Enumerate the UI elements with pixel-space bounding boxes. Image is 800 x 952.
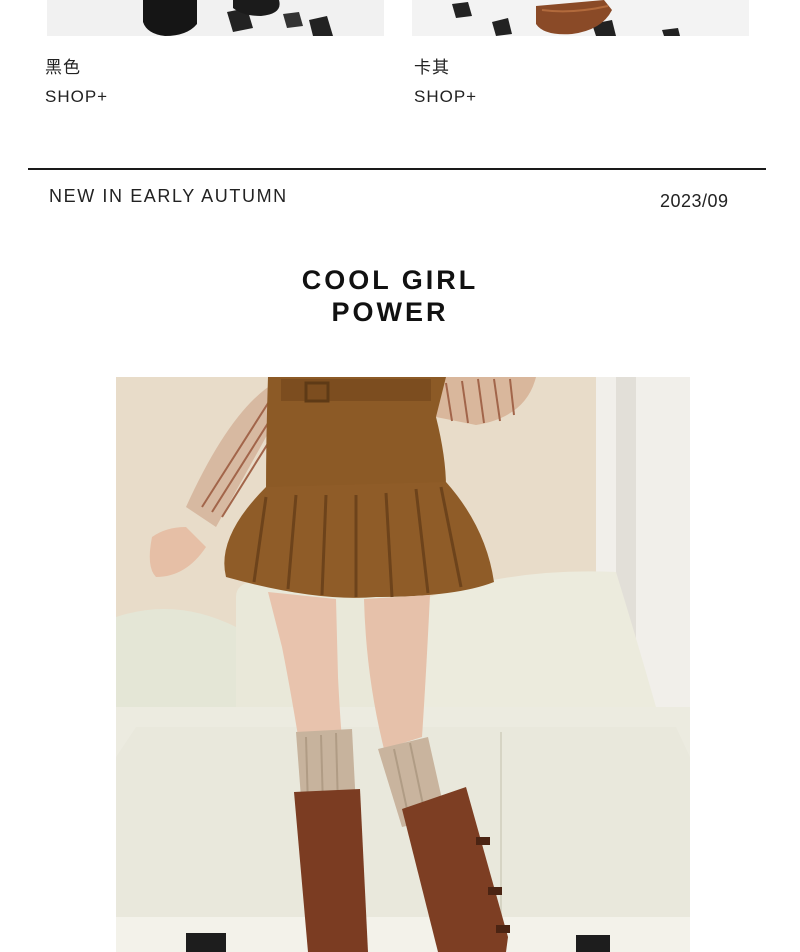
- black-shoe-image[interactable]: [47, 0, 384, 36]
- section-divider: [28, 168, 766, 170]
- khaki-shoe-image[interactable]: [412, 0, 749, 36]
- shop-link[interactable]: SHOP+: [414, 87, 477, 107]
- color-option-label: 卡其: [414, 58, 450, 78]
- headline-line-2: POWER: [331, 297, 449, 327]
- shop-link[interactable]: SHOP+: [45, 87, 108, 107]
- headline-line-1: COOL GIRL: [301, 265, 479, 295]
- color-option-label: 黑色: [45, 58, 81, 78]
- section-date: 2023/09: [660, 191, 729, 211]
- model-skirt-photo[interactable]: [116, 377, 690, 952]
- section-tag: NEW IN EARLY AUTUMN: [49, 186, 288, 206]
